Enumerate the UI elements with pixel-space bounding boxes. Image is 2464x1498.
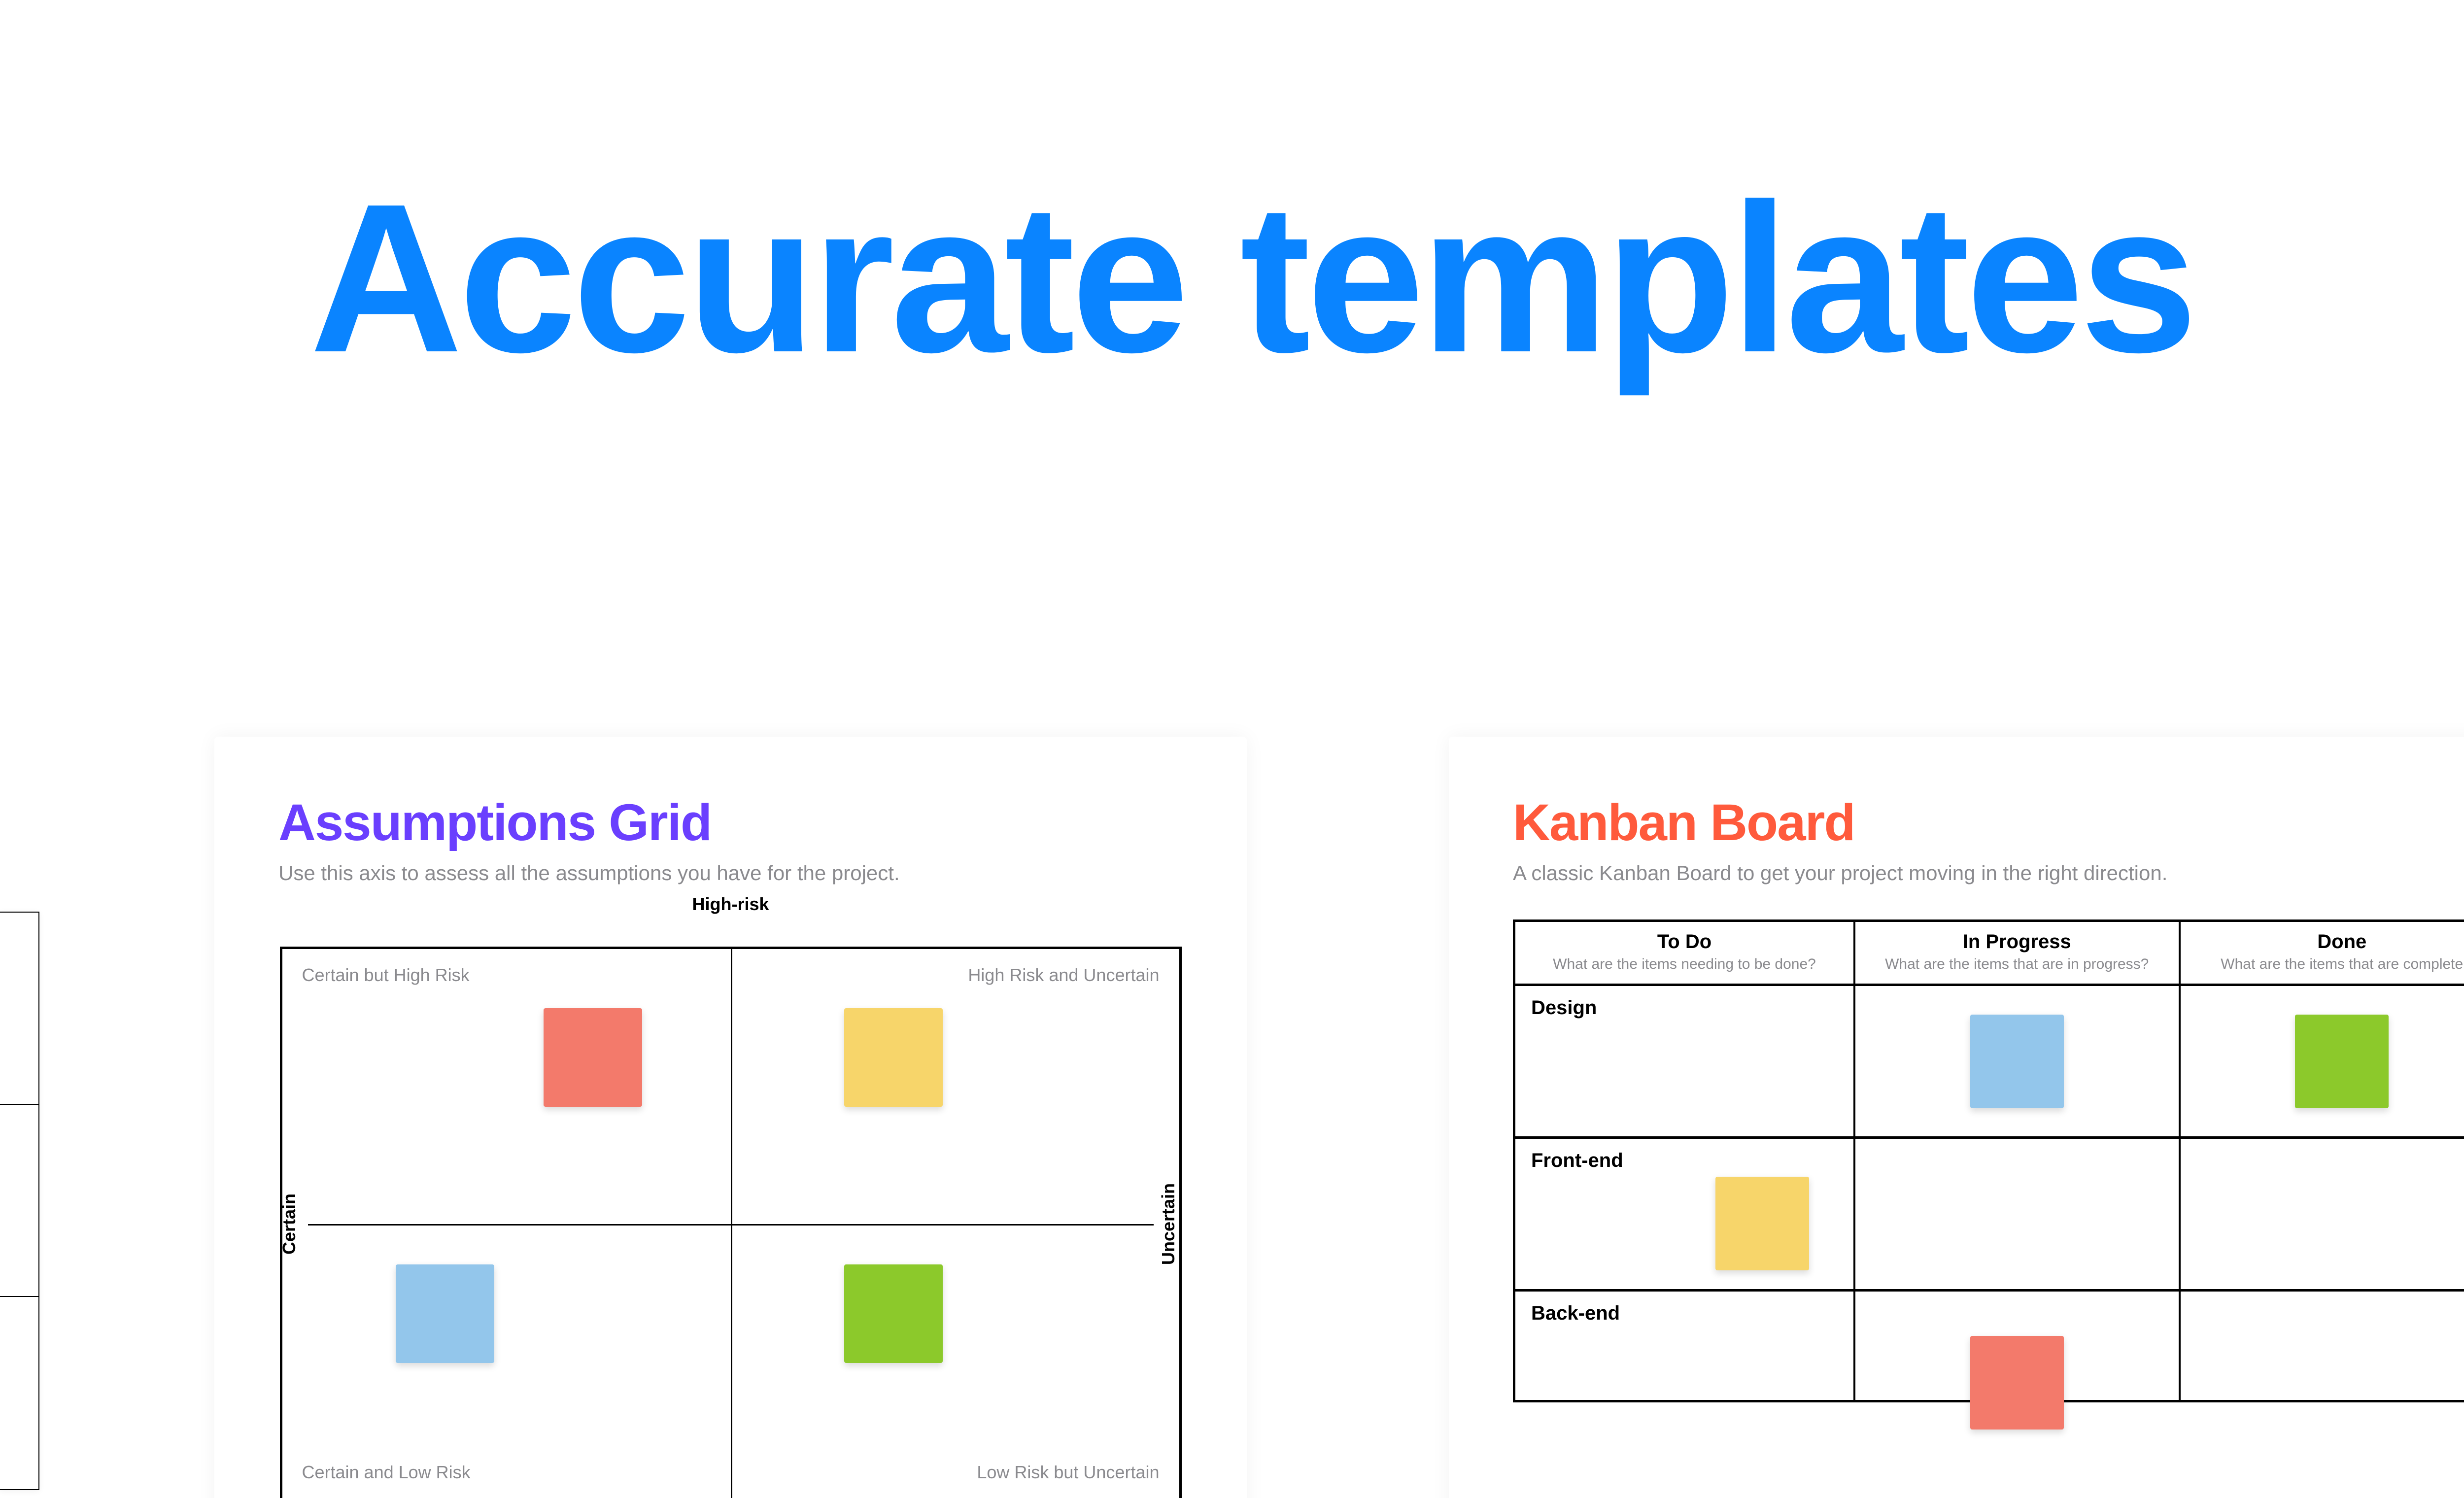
axis-horizontal xyxy=(308,1224,1154,1226)
row-label-text: Back-end xyxy=(1531,1302,1620,1324)
template-card-kanban-board[interactable]: Kanban Board A classic Kanban Board to g… xyxy=(1449,737,2464,1498)
quadrant-label-bottom-right: Low Risk but Uncertain xyxy=(977,1462,1159,1483)
axis-label-left: Certain xyxy=(279,1193,300,1254)
hero-title: Accurate templates xyxy=(0,168,2464,390)
kanban-row-backend: Back-end xyxy=(1515,1292,2464,1400)
column-title: To Do xyxy=(1521,931,1848,953)
kanban-cell[interactable] xyxy=(1855,1139,2181,1289)
kanban-cell[interactable] xyxy=(1855,1292,2181,1400)
quadrant-label-top-left: Certain but High Risk xyxy=(302,965,470,986)
row-label-text: Front-end xyxy=(1531,1150,1623,1171)
kanban-row-label: Design xyxy=(1515,986,1855,1136)
column-subtitle: What are the items needing to be done? xyxy=(1521,956,1848,973)
assumptions-grid-frame: Certain Uncertain Certain but High Risk … xyxy=(280,947,1182,1498)
sticky-note[interactable] xyxy=(1970,1336,2064,1430)
kanban-column-header-inprogress: In Progress What are the items that are … xyxy=(1855,922,2181,984)
kanban-cell[interactable] xyxy=(1855,986,2181,1136)
partial-template-card-left xyxy=(0,912,39,1490)
axis-label-right: Uncertain xyxy=(1158,1183,1179,1264)
partial-cell xyxy=(0,1105,38,1297)
sticky-note[interactable] xyxy=(1970,1015,2064,1108)
kanban-cell[interactable] xyxy=(2181,1292,2464,1400)
kanban-header-row: To Do What are the items needing to be d… xyxy=(1515,922,2464,986)
kanban-row-label: Back-end xyxy=(1515,1292,1855,1400)
quadrant-label-top-right: High Risk and Uncertain xyxy=(968,965,1159,986)
assumptions-subtitle: Use this axis to assess all the assumpti… xyxy=(278,861,1183,885)
hero-heading: Accurate templates xyxy=(0,168,2464,390)
kanban-cell[interactable] xyxy=(2181,986,2464,1136)
column-subtitle: What are the items that are in progress? xyxy=(1861,956,2173,973)
template-card-assumptions-grid[interactable]: Assumptions Grid Use this axis to assess… xyxy=(214,737,1247,1498)
kanban-column-header-done: Done What are the items that are complet… xyxy=(2181,922,2464,984)
column-title: Done xyxy=(2187,931,2464,953)
quadrant-label-bottom-left: Certain and Low Risk xyxy=(302,1462,471,1483)
column-title: In Progress xyxy=(1861,931,2173,953)
row-label-text: Design xyxy=(1531,997,1597,1019)
sticky-note[interactable] xyxy=(1715,1177,1809,1270)
axis-label-top: High-risk xyxy=(692,894,769,915)
sticky-note[interactable] xyxy=(544,1008,642,1107)
partial-cell xyxy=(0,1297,38,1489)
sticky-note[interactable] xyxy=(2295,1015,2389,1108)
kanban-row-design: Design xyxy=(1515,986,2464,1139)
column-subtitle: What are the items that are complete xyxy=(2187,956,2464,973)
kanban-subtitle: A classic Kanban Board to get your proje… xyxy=(1513,861,2464,885)
assumptions-title: Assumptions Grid xyxy=(278,793,1183,852)
sticky-note[interactable] xyxy=(844,1264,943,1363)
kanban-cell[interactable] xyxy=(2181,1139,2464,1289)
kanban-row-label: Front-end xyxy=(1515,1139,1855,1289)
kanban-row-frontend: Front-end xyxy=(1515,1139,2464,1292)
sticky-note[interactable] xyxy=(396,1264,494,1363)
kanban-table: To Do What are the items needing to be d… xyxy=(1513,919,2464,1402)
kanban-column-header-todo: To Do What are the items needing to be d… xyxy=(1515,922,1855,984)
kanban-title: Kanban Board xyxy=(1513,793,2464,852)
sticky-note[interactable] xyxy=(844,1008,943,1107)
partial-cell xyxy=(0,913,38,1105)
